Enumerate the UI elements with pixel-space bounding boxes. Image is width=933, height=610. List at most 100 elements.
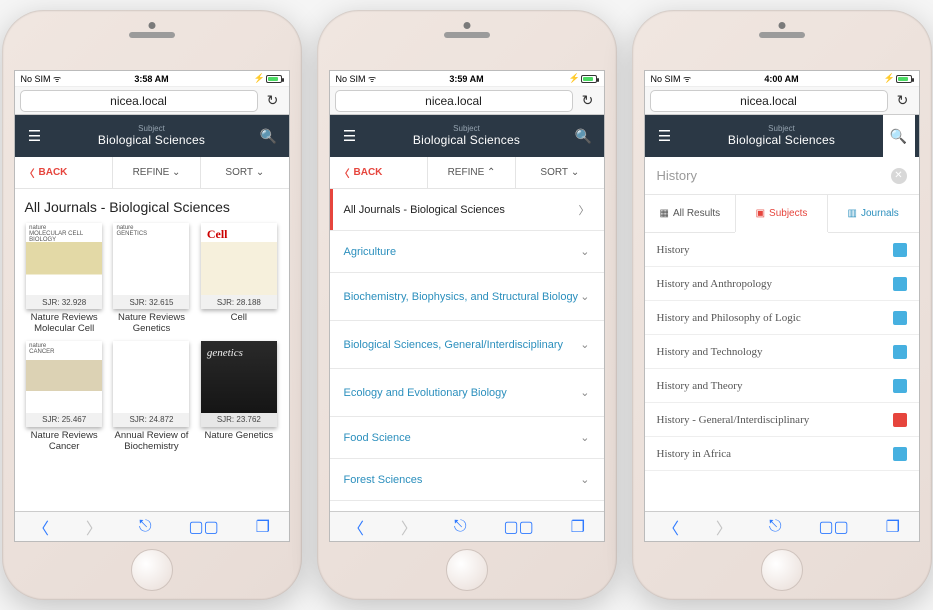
search-icon[interactable]: 🔍 — [253, 128, 285, 145]
sjr-badge: SJR: 28.188 — [201, 295, 277, 309]
result-label: History and Technology — [657, 346, 893, 358]
url-field[interactable]: nicea.local — [20, 90, 258, 112]
reload-icon[interactable]: ↻ — [892, 92, 914, 109]
refine-button[interactable]: REFINE ⌄ — [113, 157, 201, 188]
category-row[interactable]: Agriculture⌄ — [330, 231, 604, 273]
search-result-row[interactable]: History and Philosophy of Logic — [645, 301, 919, 335]
tab-all-results[interactable]: ▦All Results — [645, 195, 736, 232]
journal-icon: ▥ — [848, 208, 857, 219]
sjr-badge: SJR: 24.872 — [113, 413, 189, 427]
safari-toolbar: 〈 〉 ⎋ ▢▢ ❐ — [330, 511, 604, 541]
share-icon[interactable]: ⎋ — [769, 518, 782, 536]
control-row: 〈BACK REFINE ⌃ SORT ⌄ — [330, 157, 604, 189]
phone-search-results: No SIM ᯤ 4:00 AM ⚡ nicea.local ↻ ☰ Subje… — [632, 10, 932, 600]
refine-list[interactable]: All Journals - Biological Sciences 〉 Agr… — [330, 189, 604, 511]
control-row: 〈BACK REFINE ⌄ SORT ⌄ — [15, 157, 289, 189]
clear-search-icon[interactable]: ✕ — [891, 168, 907, 184]
category-label: Ecology and Evolutionary Biology — [344, 387, 581, 399]
chevron-down-icon: ⌄ — [580, 386, 589, 399]
app-header: ☰ Subject Biological Sciences 🔍 — [330, 115, 604, 157]
home-button[interactable] — [446, 549, 488, 591]
chevron-right-icon: 〉 — [579, 202, 590, 218]
share-icon[interactable]: ⎋ — [139, 518, 152, 536]
menu-icon[interactable]: ☰ — [334, 127, 366, 145]
screen: No SIM ᯤ 3:58 AM ⚡ nicea.local ↻ ☰ Subje… — [14, 70, 290, 542]
journal-card[interactable]: SJR: 23.762 Nature Genetics — [197, 341, 280, 453]
grid-icon: ▦ — [659, 208, 668, 219]
tab-subjects[interactable]: ▣Subjects — [735, 195, 828, 232]
reload-icon[interactable]: ↻ — [577, 92, 599, 109]
url-field[interactable]: nicea.local — [335, 90, 573, 112]
tabs-icon[interactable]: ❐ — [886, 517, 900, 537]
screen: No SIM ᯤ 3:59 AM ⚡ nicea.local ↻ ☰ Subje… — [329, 70, 605, 542]
journal-card[interactable]: natureMOLECULAR CELL BIOLOGYSJR: 32.928 N… — [23, 223, 106, 335]
search-icon[interactable]: 🔍 — [568, 128, 600, 145]
tabs-icon[interactable]: ❐ — [571, 517, 585, 537]
category-row[interactable]: Forest Sciences⌄ — [330, 459, 604, 501]
search-result-row[interactable]: History — [645, 233, 919, 267]
category-row[interactable]: Ecology and Evolutionary Biology⌄ — [330, 369, 604, 417]
refine-button[interactable]: REFINE ⌃ — [428, 157, 516, 188]
sort-button[interactable]: SORT ⌄ — [516, 157, 603, 188]
sjr-badge: SJR: 32.928 — [26, 295, 102, 309]
category-row[interactable]: Biological Sciences, General/Interdiscip… — [330, 321, 604, 369]
menu-icon[interactable]: ☰ — [19, 127, 51, 145]
phone-journal-grid: No SIM ᯤ 3:58 AM ⚡ nicea.local ↻ ☰ Subje… — [2, 10, 302, 600]
category-row[interactable]: Biochemistry, Biophysics, and Structural… — [330, 273, 604, 321]
journal-name: Nature Reviews Cancer — [23, 431, 106, 453]
back-button[interactable]: 〈BACK — [330, 157, 428, 188]
search-input[interactable]: History — [657, 168, 891, 183]
search-result-row[interactable]: History - General/Interdisciplinary — [645, 403, 919, 437]
result-label: History - General/Interdisciplinary — [657, 414, 893, 426]
category-row[interactable]: Food Science⌄ — [330, 417, 604, 459]
journal-grid-content[interactable]: All Journals - Biological Sciences natur… — [15, 189, 289, 511]
menu-icon[interactable]: ☰ — [649, 127, 681, 145]
tab-journals[interactable]: ▥Journals — [828, 195, 919, 232]
share-icon[interactable]: ⎋ — [454, 518, 467, 536]
journal-cover: SJR: 23.762 — [201, 341, 277, 427]
journal-name: Nature Genetics — [203, 431, 276, 442]
result-type-icon — [893, 277, 907, 291]
bookmarks-icon[interactable]: ▢▢ — [818, 517, 848, 537]
journal-cover: natureMOLECULAR CELL BIOLOGYSJR: 32.928 — [26, 223, 102, 309]
sort-button[interactable]: SORT ⌄ — [201, 157, 288, 188]
nav-back-icon[interactable]: 〈 — [33, 515, 49, 539]
header-title-block: Subject Biological Sciences — [51, 125, 253, 147]
search-result-row[interactable]: History and Theory — [645, 369, 919, 403]
nav-forward-icon: 〉 — [716, 515, 732, 539]
journal-card[interactable]: natureCANCERSJR: 25.467Nature Reviews Ca… — [23, 341, 106, 453]
search-content: History ✕ ▦All Results ▣Subjects ▥Journa… — [645, 157, 919, 511]
url-field[interactable]: nicea.local — [650, 90, 888, 112]
status-bar: No SIM ᯤ 3:59 AM ⚡ — [330, 71, 604, 87]
app-header: ☰ Subject Biological Sciences 🔍 — [645, 115, 919, 157]
clock: 4:00 AM — [738, 74, 825, 84]
result-label: History and Anthropology — [657, 278, 893, 290]
journal-card[interactable]: natureGENETICSSJR: 32.615Nature Reviews … — [110, 223, 193, 335]
category-row-current[interactable]: All Journals - Biological Sciences 〉 — [330, 189, 604, 231]
chevron-down-icon: ⌄ — [580, 338, 589, 351]
bookmarks-icon[interactable]: ▢▢ — [503, 517, 533, 537]
search-icon[interactable]: 🔍 — [883, 115, 915, 157]
search-result-row[interactable]: History and Technology — [645, 335, 919, 369]
chevron-down-icon: ⌄ — [256, 167, 264, 178]
search-result-row[interactable]: History and Anthropology — [645, 267, 919, 301]
journal-name: Cell — [229, 313, 249, 324]
reload-icon[interactable]: ↻ — [262, 92, 284, 109]
result-tabs: ▦All Results ▣Subjects ▥Journals — [645, 195, 919, 233]
bookmarks-icon[interactable]: ▢▢ — [188, 517, 218, 537]
home-button[interactable] — [761, 549, 803, 591]
result-label: History and Theory — [657, 380, 893, 392]
journal-name: Nature Reviews Molecular Cell — [23, 313, 106, 335]
home-button[interactable] — [131, 549, 173, 591]
nav-back-icon[interactable]: 〈 — [348, 515, 364, 539]
journal-cover: natureGENETICSSJR: 32.615 — [113, 223, 189, 309]
app-header: ☰ Subject Biological Sciences 🔍 — [15, 115, 289, 157]
tabs-icon[interactable]: ❐ — [256, 517, 270, 537]
journal-card[interactable]: SJR: 28.188 Cell — [197, 223, 280, 335]
search-result-row[interactable]: History in Africa — [645, 437, 919, 471]
header-title: Biological Sciences — [51, 134, 253, 147]
browser-url-bar: nicea.local ↻ — [15, 87, 289, 115]
nav-back-icon[interactable]: 〈 — [663, 515, 679, 539]
back-button[interactable]: 〈BACK — [15, 157, 113, 188]
journal-card[interactable]: SJR: 24.872Annual Review of Biochemistry — [110, 341, 193, 453]
